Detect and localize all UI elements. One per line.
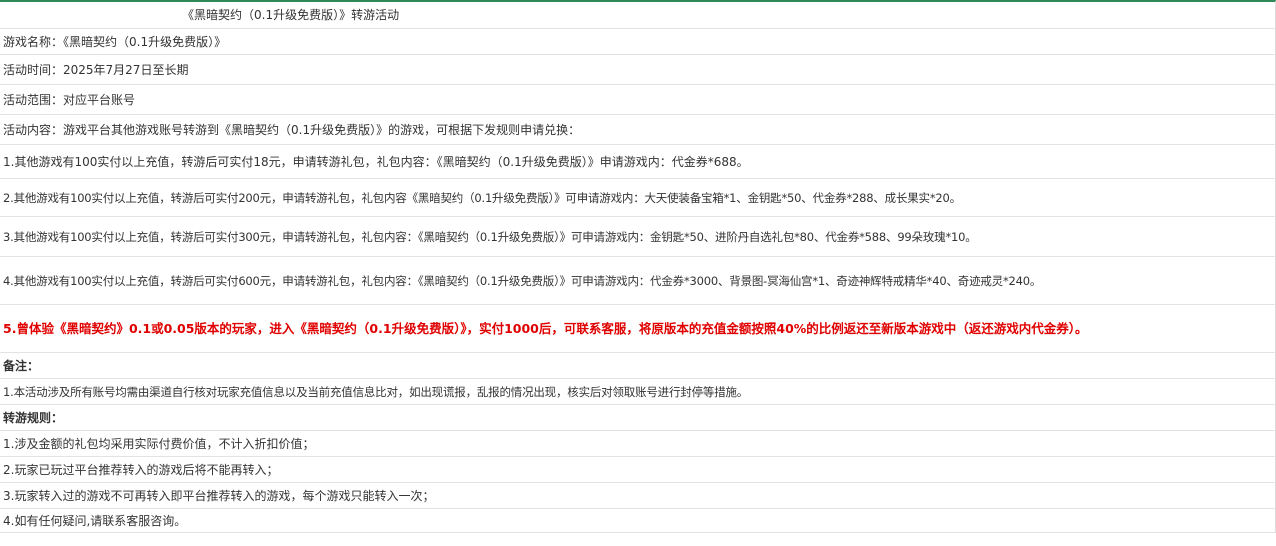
- transfer-rule-text: 1.涉及金额的礼包均采用实际付费价值，不计入折扣价值；: [3, 436, 315, 451]
- rule-row-4: 4.其他游戏有100实付以上充值，转游后可实付600元，申请转游礼包，礼包内容：…: [0, 257, 1275, 305]
- transfer-rules-title-row: 转游规则：: [0, 405, 1275, 431]
- rule-5-highlight: 5.曾体验《黑暗契约》0.1或0.05版本的玩家，进入《黑暗契约（0.1升级免费…: [3, 320, 1088, 336]
- game-name: 游戏名称：《黑暗契约（0.1升级免费版）》: [3, 34, 227, 49]
- activity-sheet: 《黑暗契约（0.1升级免费版）》转游活动 游戏名称：《黑暗契约（0.1升级免费版…: [0, 0, 1276, 533]
- notes-title: 备注：: [3, 358, 40, 373]
- note-row-1: 1.本活动涉及所有账号均需由渠道自行核对玩家充值信息以及当前充值信息比对，如出现…: [0, 379, 1275, 405]
- page-title-row: 《黑暗契约（0.1升级免费版）》转游活动: [0, 2, 1275, 29]
- transfer-rule-text: 2.玩家已玩过平台推荐转入的游戏后将不能再转入；: [3, 462, 279, 477]
- transfer-rule-text: 4.如有任何疑问,请联系客服咨询。: [3, 513, 187, 528]
- transfer-rule-text: 3.玩家转入过的游戏不可再转入即平台推荐转入的游戏，每个游戏只能转入一次；: [3, 488, 435, 503]
- activity-scope-row: 活动范围：对应平台账号: [0, 85, 1275, 115]
- rule-text: 3.其他游戏有100实付以上充值，转游后可实付300元，申请转游礼包，礼包内容：…: [3, 229, 977, 244]
- activity-time-row: 活动时间：2025年7月27日至长期: [0, 55, 1275, 85]
- transfer-rule-row-4: 4.如有任何疑问,请联系客服咨询。: [0, 509, 1275, 533]
- activity-content-row: 活动内容：游戏平台其他游戏账号转游到《黑暗契约（0.1升级免费版）》的游戏，可根…: [0, 115, 1275, 145]
- game-name-row: 游戏名称：《黑暗契约（0.1升级免费版）》: [0, 29, 1275, 55]
- rule-text: 2.其他游戏有100实付以上充值，转游后可实付200元，申请转游礼包，礼包内容《…: [3, 190, 961, 205]
- page-title: 《黑暗契约（0.1升级免费版）》转游活动: [182, 8, 400, 22]
- notes-title-row: 备注：: [0, 353, 1275, 379]
- rule-row-3: 3.其他游戏有100实付以上充值，转游后可实付300元，申请转游礼包，礼包内容：…: [0, 217, 1275, 257]
- transfer-rules-title: 转游规则：: [3, 410, 64, 425]
- activity-scope: 活动范围：对应平台账号: [3, 92, 136, 107]
- note-text: 1.本活动涉及所有账号均需由渠道自行核对玩家充值信息以及当前充值信息比对，如出现…: [3, 384, 749, 399]
- activity-content: 活动内容：游戏平台其他游戏账号转游到《黑暗契约（0.1升级免费版）》的游戏，可根…: [3, 122, 581, 137]
- activity-time: 活动时间：2025年7月27日至长期: [3, 62, 189, 77]
- transfer-rule-row-3: 3.玩家转入过的游戏不可再转入即平台推荐转入的游戏，每个游戏只能转入一次；: [0, 483, 1275, 509]
- rule-text: 4.其他游戏有100实付以上充值，转游后可实付600元，申请转游礼包，礼包内容：…: [3, 273, 1042, 288]
- transfer-rule-row-2: 2.玩家已玩过平台推荐转入的游戏后将不能再转入；: [0, 457, 1275, 483]
- rule-text: 1.其他游戏有100实付以上充值，转游后可实付18元，申请转游礼包，礼包内容：《…: [3, 154, 749, 169]
- transfer-rule-row-1: 1.涉及金额的礼包均采用实际付费价值，不计入折扣价值；: [0, 431, 1275, 457]
- rule-row-1: 1.其他游戏有100实付以上充值，转游后可实付18元，申请转游礼包，礼包内容：《…: [0, 145, 1275, 179]
- rule-row-5: 5.曾体验《黑暗契约》0.1或0.05版本的玩家，进入《黑暗契约（0.1升级免费…: [0, 305, 1275, 353]
- rule-row-2: 2.其他游戏有100实付以上充值，转游后可实付200元，申请转游礼包，礼包内容《…: [0, 179, 1275, 217]
